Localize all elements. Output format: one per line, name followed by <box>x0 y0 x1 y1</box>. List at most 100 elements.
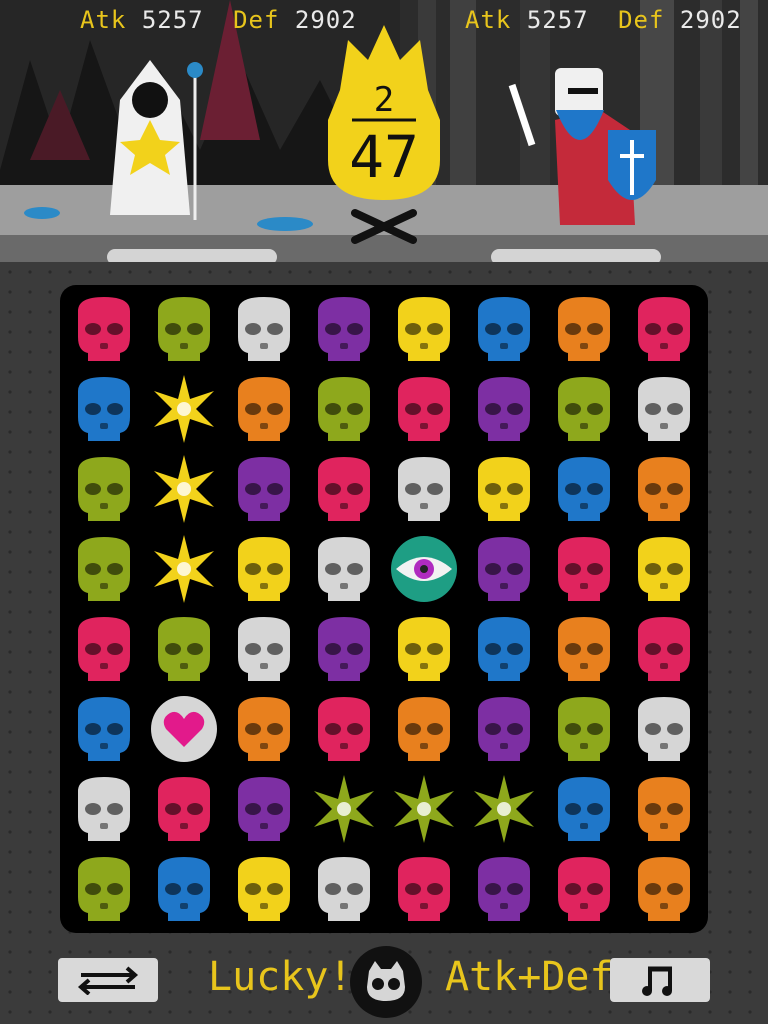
skull-tile-green[interactable] <box>64 529 144 609</box>
skull-tile-purple-icon <box>318 617 370 681</box>
skull-tile-orange[interactable] <box>224 689 304 769</box>
skull-tile-white[interactable] <box>64 769 144 849</box>
skull-tile-red[interactable] <box>544 529 624 609</box>
skull-tile-green[interactable] <box>304 369 384 449</box>
skull-tile-orange[interactable] <box>624 449 704 529</box>
music-button[interactable] <box>610 958 710 1002</box>
skull-tile-blue[interactable] <box>464 609 544 689</box>
skull-tile-orange[interactable] <box>224 369 304 449</box>
skull-tile-red[interactable] <box>304 449 384 529</box>
skull-tile-purple[interactable] <box>304 609 384 689</box>
skull-tile-yellow-icon <box>478 457 530 521</box>
skull-tile-orange[interactable] <box>624 849 704 929</box>
skull-tile-purple[interactable] <box>464 529 544 609</box>
skull-tile-yellow[interactable] <box>384 609 464 689</box>
star-tile-green[interactable] <box>464 769 544 849</box>
skull-tile-green-icon <box>78 537 130 601</box>
player-atk-value: 5257 <box>141 6 204 34</box>
skull-tile-white-icon <box>78 777 130 841</box>
skull-tile-purple[interactable] <box>224 769 304 849</box>
star-tile-green-icon <box>314 775 374 843</box>
star-tile-green[interactable] <box>304 769 384 849</box>
skull-tile-red[interactable] <box>64 609 144 689</box>
skull-tile-purple[interactable] <box>304 289 384 369</box>
skull-tile-red[interactable] <box>624 609 704 689</box>
tile-board <box>60 285 708 933</box>
skull-tile-blue[interactable] <box>544 449 624 529</box>
skull-tile-purple[interactable] <box>224 449 304 529</box>
skull-tile-red[interactable] <box>624 289 704 369</box>
skull-tile-white-icon <box>318 537 370 601</box>
status-text: Lucky! <box>208 954 353 1000</box>
skull-tile-orange[interactable] <box>624 769 704 849</box>
skull-tile-red-icon <box>78 297 130 361</box>
star-tile-yellow-icon <box>154 375 214 443</box>
skull-tile-yellow-icon <box>238 857 290 921</box>
skull-tile-blue[interactable] <box>544 769 624 849</box>
skull-tile-orange[interactable] <box>384 689 464 769</box>
skull-tile-blue-icon <box>478 617 530 681</box>
swap-arrows-icon <box>77 966 139 995</box>
skull-tile-white[interactable] <box>224 289 304 369</box>
skull-tile-white[interactable] <box>384 449 464 529</box>
skull-tile-blue-icon <box>78 697 130 761</box>
skull-tile-purple[interactable] <box>464 689 544 769</box>
mode-text: Atk+Def <box>445 954 614 1000</box>
skull-tile-white[interactable] <box>224 609 304 689</box>
skull-tile-red[interactable] <box>544 849 624 929</box>
skull-tile-blue[interactable] <box>464 289 544 369</box>
skull-tile-orange-icon <box>398 697 450 761</box>
skull-tile-red-icon <box>318 697 370 761</box>
star-tile-green-icon <box>474 775 534 843</box>
skull-tile-white[interactable] <box>304 849 384 929</box>
skull-tile-red[interactable] <box>64 289 144 369</box>
skull-tile-red[interactable] <box>384 369 464 449</box>
skull-tile-green[interactable] <box>64 849 144 929</box>
skull-tile-blue[interactable] <box>64 369 144 449</box>
skull-tile-yellow[interactable] <box>224 849 304 929</box>
skull-tile-yellow[interactable] <box>624 529 704 609</box>
skull-tile-orange[interactable] <box>544 609 624 689</box>
skull-tile-purple[interactable] <box>464 369 544 449</box>
swap-button[interactable] <box>58 958 158 1002</box>
player-def-label: Def <box>233 6 280 34</box>
skull-tile-yellow[interactable] <box>384 289 464 369</box>
star-tile-yellow[interactable] <box>144 449 224 529</box>
star-tile-green[interactable] <box>384 769 464 849</box>
skull-tile-yellow[interactable] <box>224 529 304 609</box>
skull-tile-green-icon <box>558 697 610 761</box>
skull-tile-green[interactable] <box>544 369 624 449</box>
skull-tile-red[interactable] <box>304 689 384 769</box>
star-tile-yellow[interactable] <box>144 369 224 449</box>
skull-tile-green-icon <box>78 457 130 521</box>
skull-tile-green[interactable] <box>64 449 144 529</box>
skull-tile-green-icon <box>318 377 370 441</box>
enemy-def-value: 2902 <box>679 6 742 34</box>
skull-tile-yellow[interactable] <box>464 449 544 529</box>
heart-tile[interactable] <box>144 689 224 769</box>
skull-tile-yellow-icon <box>638 537 690 601</box>
skull-tile-purple[interactable] <box>464 849 544 929</box>
skull-tile-red-icon <box>558 537 610 601</box>
skull-tile-orange[interactable] <box>544 289 624 369</box>
turn-counter-total: 47 <box>349 123 419 191</box>
skull-tile-red[interactable] <box>384 849 464 929</box>
skull-tile-blue[interactable] <box>144 849 224 929</box>
skull-tile-red[interactable] <box>144 769 224 849</box>
skull-tile-orange-icon <box>238 377 290 441</box>
skull-tile-green[interactable] <box>544 689 624 769</box>
skull-tile-purple-icon <box>478 697 530 761</box>
star-tile-yellow[interactable] <box>144 529 224 609</box>
skull-tile-purple-icon <box>238 457 290 521</box>
skull-tile-white[interactable] <box>624 689 704 769</box>
skull-tile-blue[interactable] <box>64 689 144 769</box>
skull-tile-green[interactable] <box>144 609 224 689</box>
skull-menu-button[interactable] <box>350 946 422 1018</box>
skull-tile-yellow-icon <box>238 537 290 601</box>
skull-tile-green[interactable] <box>144 289 224 369</box>
skull-tile-white[interactable] <box>304 529 384 609</box>
star-tile-yellow-icon <box>154 535 214 603</box>
eye-tile[interactable] <box>384 529 464 609</box>
skull-tile-purple-icon <box>478 377 530 441</box>
skull-tile-white[interactable] <box>624 369 704 449</box>
